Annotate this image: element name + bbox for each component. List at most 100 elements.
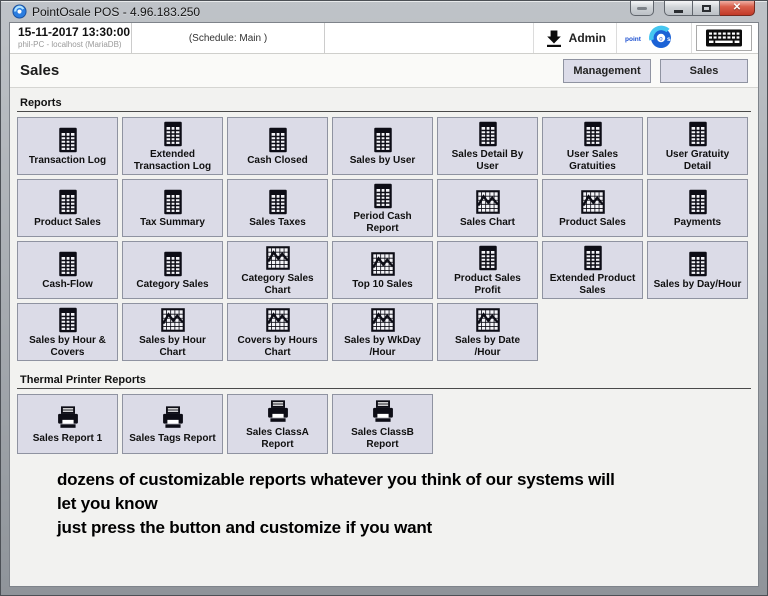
window-controls: ✕ bbox=[630, 1, 759, 22]
reports-section-label: Reports bbox=[17, 97, 751, 112]
admin-label: Admin bbox=[569, 31, 606, 45]
thermal-report-button-sales-classa-report[interactable]: Sales ClassA Report bbox=[227, 394, 328, 454]
report-button-category-sales-chart[interactable]: Category Sales Chart bbox=[227, 241, 328, 299]
report-button-extended-transaction-log[interactable]: Extended Transaction Log bbox=[122, 117, 223, 175]
report-button-sales-by-hour-chart[interactable]: Sales by Hour Chart bbox=[122, 303, 223, 361]
report-button-payments[interactable]: Payments bbox=[647, 179, 748, 237]
report-button-top-10-sales[interactable]: Top 10 Sales bbox=[332, 241, 433, 299]
report-button-sales-by-day-hour[interactable]: Sales by Day/Hour bbox=[647, 241, 748, 299]
app-window: PointOsale POS - 4.96.183.250 ✕ 15-11-20… bbox=[0, 0, 768, 596]
thermal-report-button-label: Sales ClassB Report bbox=[335, 426, 430, 451]
report-button-label: Payments bbox=[673, 216, 722, 229]
chart-icon bbox=[579, 188, 607, 216]
report-button-product-sales[interactable]: Product Sales bbox=[17, 179, 118, 237]
report-button-label: Period Cash Report bbox=[335, 210, 430, 235]
report-button-label: Extended Transaction Log bbox=[125, 148, 220, 173]
report-button-label: User Gratuity Detail bbox=[650, 148, 745, 173]
printer-icon bbox=[159, 404, 187, 432]
promo-line-1: dozens of customizable reports whatever … bbox=[57, 468, 751, 492]
keyboard-button[interactable] bbox=[696, 25, 752, 51]
printer-icon bbox=[369, 398, 397, 426]
thermal-report-button-sales-report-1[interactable]: Sales Report 1 bbox=[17, 394, 118, 454]
report-button-sales-by-wkday-hour[interactable]: Sales by WkDay /Hour bbox=[332, 303, 433, 361]
table-icon bbox=[684, 250, 712, 278]
report-button-label: User Sales Gratuities bbox=[545, 148, 640, 173]
report-button-sales-by-hour-covers[interactable]: Sales by Hour & Covers bbox=[17, 303, 118, 361]
report-button-label: Sales Taxes bbox=[248, 216, 307, 229]
report-button-sales-chart[interactable]: Sales Chart bbox=[437, 179, 538, 237]
chart-icon bbox=[264, 244, 292, 272]
keyboard-icon bbox=[705, 28, 743, 48]
thermal-grid: Sales Report 1 Sales Tags Report Sales Cla… bbox=[17, 394, 751, 454]
pin-icon bbox=[637, 7, 647, 10]
table-icon bbox=[54, 126, 82, 154]
datetime-cell: 15-11-2017 13:30:00 phil-PC - localhost … bbox=[10, 23, 132, 53]
report-button-cash-closed[interactable]: Cash Closed bbox=[227, 117, 328, 175]
table-icon bbox=[159, 120, 187, 148]
table-icon bbox=[684, 188, 712, 216]
promo-text: dozens of customizable reports whatever … bbox=[57, 468, 751, 540]
report-button-transaction-log[interactable]: Transaction Log bbox=[17, 117, 118, 175]
report-button-category-sales[interactable]: Category Sales bbox=[122, 241, 223, 299]
report-button-label: Top 10 Sales bbox=[351, 278, 413, 291]
thermal-report-button-label: Sales Tags Report bbox=[128, 432, 217, 445]
maximize-icon bbox=[702, 5, 711, 12]
window-pin-button[interactable] bbox=[630, 1, 654, 16]
report-button-user-sales-gratuities[interactable]: User Sales Gratuities bbox=[542, 117, 643, 175]
admin-button[interactable]: Admin bbox=[533, 23, 617, 53]
promo-line-2: let you know bbox=[57, 492, 751, 516]
header-spacer bbox=[325, 23, 533, 53]
datetime-text: 15-11-2017 13:30:00 bbox=[18, 25, 125, 39]
host-text: phil-PC - localhost (MariaDB) bbox=[18, 40, 125, 49]
report-button-cash-flow[interactable]: Cash-Flow bbox=[17, 241, 118, 299]
sales-button[interactable]: Sales bbox=[660, 59, 748, 83]
table-icon bbox=[474, 244, 502, 272]
info-header: 15-11-2017 13:30:00 phil-PC - localhost … bbox=[10, 23, 758, 54]
report-button-label: Sales by Hour Chart bbox=[125, 334, 220, 359]
reports-grid: Transaction Log Extended Transaction Log C… bbox=[17, 117, 751, 361]
report-button-label: Covers by Hours Chart bbox=[230, 334, 325, 359]
chart-icon bbox=[159, 306, 187, 334]
report-button-covers-by-hours-chart[interactable]: Covers by Hours Chart bbox=[227, 303, 328, 361]
close-icon: ✕ bbox=[733, 3, 741, 13]
report-button-extended-product-sales[interactable]: Extended Product Sales bbox=[542, 241, 643, 299]
thermal-report-button-sales-classb-report[interactable]: Sales ClassB Report bbox=[332, 394, 433, 454]
table-icon bbox=[579, 244, 607, 272]
table-icon bbox=[684, 120, 712, 148]
minimize-button[interactable] bbox=[664, 1, 693, 16]
table-icon bbox=[474, 120, 502, 148]
report-button-user-gratuity-detail[interactable]: User Gratuity Detail bbox=[647, 117, 748, 175]
report-button-sales-taxes[interactable]: Sales Taxes bbox=[227, 179, 328, 237]
thermal-report-button-label: Sales ClassA Report bbox=[230, 426, 325, 451]
svg-text:point: point bbox=[625, 36, 642, 43]
report-button-product-sales-profit[interactable]: Product Sales Profit bbox=[437, 241, 538, 299]
promo-line-3: just press the button and customize if y… bbox=[57, 516, 751, 540]
report-button-label: Sales by WkDay /Hour bbox=[335, 334, 430, 359]
app-logo-icon bbox=[12, 4, 27, 19]
maximize-button[interactable] bbox=[693, 1, 720, 16]
report-button-label: Sales by Date /Hour bbox=[440, 334, 535, 359]
minimize-icon bbox=[674, 10, 683, 13]
close-button[interactable]: ✕ bbox=[720, 1, 755, 16]
report-button-label: Product Sales Profit bbox=[440, 272, 535, 297]
chart-icon bbox=[264, 306, 292, 334]
report-button-sales-by-user[interactable]: Sales by User bbox=[332, 117, 433, 175]
report-button-label: Category Sales Chart bbox=[230, 272, 325, 297]
thermal-report-button-sales-tags-report[interactable]: Sales Tags Report bbox=[122, 394, 223, 454]
report-button-label: Sales Chart bbox=[459, 216, 516, 229]
table-icon bbox=[159, 250, 187, 278]
thermal-section-label: Thermal Printer Reports bbox=[17, 374, 751, 389]
report-button-tax-summary[interactable]: Tax Summary bbox=[122, 179, 223, 237]
report-button-product-sales[interactable]: Product Sales bbox=[542, 179, 643, 237]
thermal-report-button-label: Sales Report 1 bbox=[32, 432, 103, 445]
table-icon bbox=[579, 120, 607, 148]
content: Reports Transaction Log Extended Transact… bbox=[10, 88, 758, 586]
schedule-text: (Schedule: Main ) bbox=[189, 33, 267, 44]
report-button-label: Sales by Hour & Covers bbox=[20, 334, 115, 359]
title-bar[interactable]: PointOsale POS - 4.96.183.250 ✕ bbox=[9, 1, 759, 22]
report-button-sales-detail-by-user[interactable]: Sales Detail By User bbox=[437, 117, 538, 175]
report-button-period-cash-report[interactable]: Period Cash Report bbox=[332, 179, 433, 237]
report-button-sales-by-date-hour[interactable]: Sales by Date /Hour bbox=[437, 303, 538, 361]
table-icon bbox=[159, 188, 187, 216]
management-button[interactable]: Management bbox=[563, 59, 651, 83]
